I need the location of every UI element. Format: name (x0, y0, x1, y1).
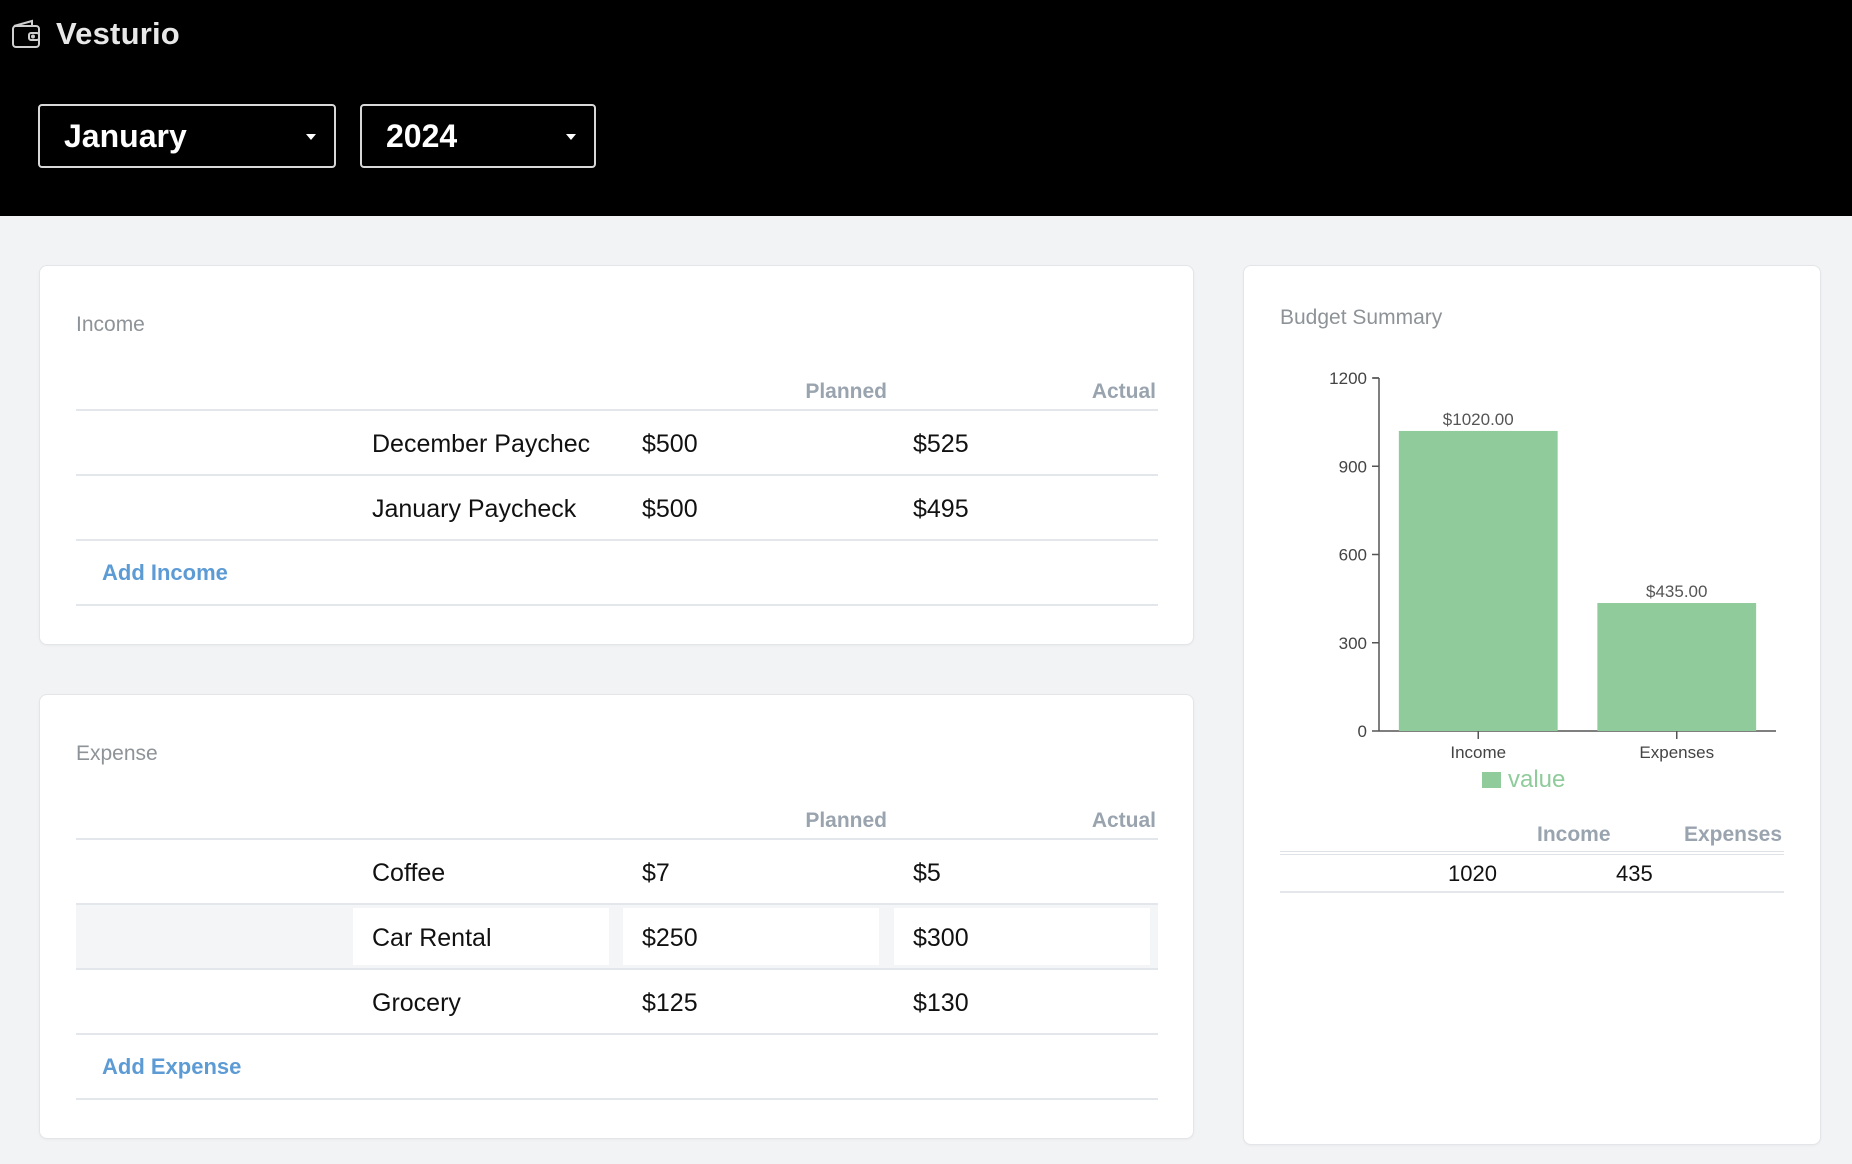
table-row: 1020 435 (1280, 855, 1784, 893)
table-row[interactable]: January Paycheck $500 $495 (76, 476, 1158, 541)
x-tick-label: Expenses (1639, 743, 1714, 762)
row-actual[interactable]: $300 (913, 924, 969, 953)
row-planned: $7 (642, 859, 670, 887)
expense-table: Planned Actual Coffee $7 $5 Car Rental $… (76, 802, 1158, 1100)
income-table: Planned Actual December Paychec $500 $52… (76, 373, 1158, 606)
row-planned[interactable]: $250 (642, 924, 698, 953)
summary-table: Income Expenses 1020 435 (1280, 821, 1784, 893)
add-expense-row: Add Expense (76, 1035, 1158, 1100)
caret-down-icon (306, 134, 316, 140)
y-tick-label: 1200 (1329, 369, 1367, 388)
column-planned: Planned (805, 380, 887, 403)
data-label: $435.00 (1646, 582, 1707, 601)
y-tick-label: 0 (1358, 722, 1367, 741)
add-expense-link[interactable]: Add Expense (102, 1054, 241, 1080)
row-name: Grocery (372, 989, 461, 1017)
column-planned: Planned (805, 809, 887, 832)
wallet-icon (12, 19, 40, 48)
month-select-value: January (64, 117, 187, 154)
summary-header-income: Income (1537, 823, 1611, 846)
budget-chart: 0 300 600 900 1200 Income $1020.00 Expenses $435… (1329, 369, 1776, 793)
column-actual: Actual (1091, 809, 1156, 832)
row-name[interactable]: Car Rental (372, 924, 492, 953)
bar-expenses (1597, 603, 1757, 731)
year-select[interactable]: 2024 (360, 104, 596, 168)
brand: Vesturio (10, 16, 180, 52)
row-name: January Paycheck (372, 495, 577, 523)
add-income-link[interactable]: Add Income (102, 560, 228, 586)
row-name: December Paychec (372, 430, 591, 458)
app-name: Vesturio (56, 16, 180, 51)
legend-label: value (1508, 766, 1565, 793)
table-row[interactable]: Grocery $125 $130 (76, 970, 1158, 1035)
data-label: $1020.00 (1443, 410, 1514, 429)
bar-income (1398, 430, 1558, 731)
income-card: Income Planned Actual December Paychec $… (39, 265, 1194, 645)
row-actual: $495 (913, 495, 969, 523)
row-actual: $130 (913, 989, 969, 1017)
column-actual: Actual (1091, 380, 1156, 403)
income-title: Income (76, 313, 145, 336)
top-bar: Vesturio January 2024 (0, 0, 1852, 216)
budget-summary-card: Budget Summary 0 300 600 900 1200 Income $1020… (1243, 265, 1821, 1145)
expense-table-header: Planned Actual (76, 802, 1158, 840)
table-row[interactable]: Coffee $7 $5 (76, 840, 1158, 905)
row-name: Coffee (372, 859, 446, 887)
table-row[interactable]: Car Rental $250 $300 (76, 905, 1158, 970)
table-row[interactable]: December Paychec $500 $525 (76, 411, 1158, 476)
row-actual: $5 (913, 859, 941, 887)
add-income-row: Add Income (76, 541, 1158, 606)
y-tick-label: 300 (1339, 634, 1367, 653)
x-tick-label: Income (1450, 743, 1506, 762)
y-tick-label: 900 (1339, 457, 1367, 476)
row-planned: $125 (642, 989, 698, 1017)
row-planned: $500 (642, 495, 698, 523)
row-actual: $525 (913, 430, 969, 458)
summary-header-expenses: Expenses (1683, 823, 1782, 846)
month-select[interactable]: January (38, 104, 336, 168)
row-planned: $500 (642, 430, 698, 458)
caret-down-icon (566, 134, 576, 140)
income-table-header: Planned Actual (76, 373, 1158, 411)
summary-value-expenses: 435 (1616, 861, 1653, 886)
summary-table-header: Income Expenses (1280, 821, 1784, 855)
legend-swatch (1482, 772, 1501, 788)
y-tick-label: 600 (1339, 546, 1367, 565)
expense-title: Expense (76, 742, 158, 765)
summary-value-income: 1020 (1448, 861, 1497, 886)
year-select-value: 2024 (386, 117, 458, 154)
expense-card: Expense Planned Actual Coffee $7 $5 Car … (39, 694, 1194, 1139)
